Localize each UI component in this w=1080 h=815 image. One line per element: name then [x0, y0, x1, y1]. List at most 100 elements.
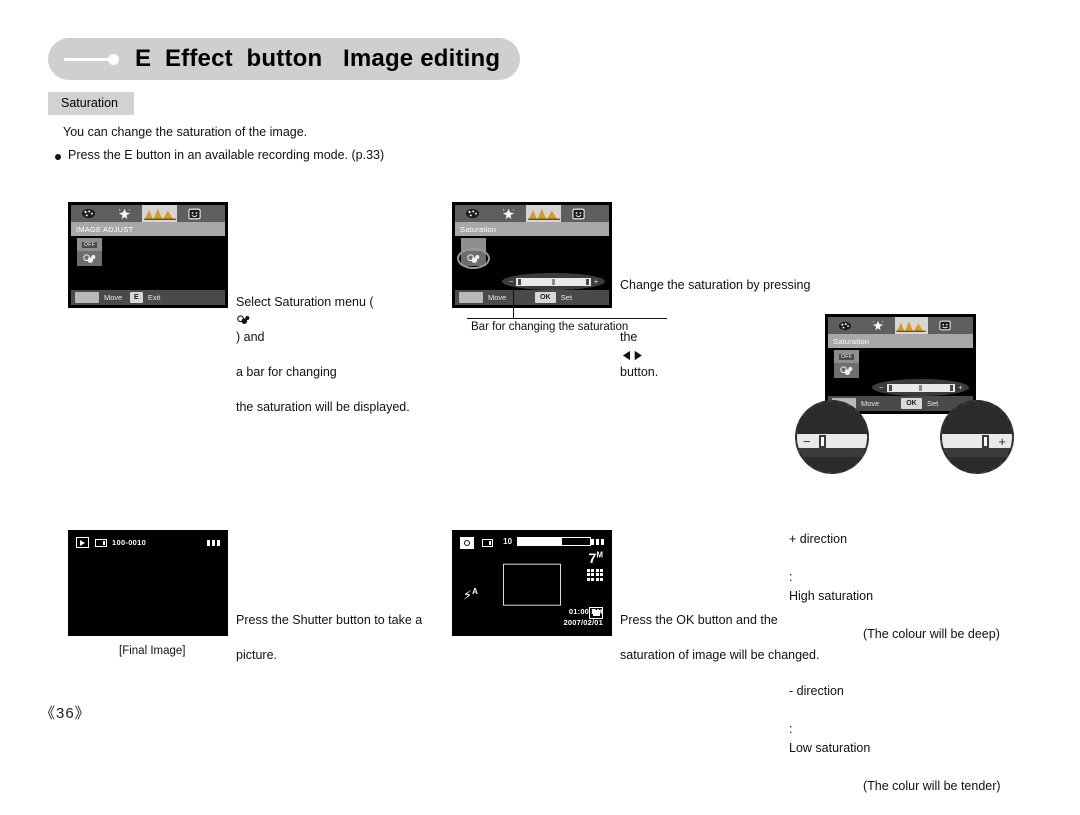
magnified-slider-handle [818, 434, 826, 448]
caption-ok-button: Press the OK button and the saturation o… [620, 594, 819, 682]
camera-mode-icon [460, 537, 474, 549]
lcd-footer-bar: Move E Exit [71, 290, 225, 305]
palette-icon [82, 208, 96, 219]
magnified-plus-sign: + [998, 433, 1006, 449]
face-icon [939, 320, 951, 331]
caption-line-1: Select Saturation menu ( ) and [236, 277, 410, 347]
magnifier-backdrop-mid [942, 448, 1012, 457]
tab-sparkle[interactable] [106, 205, 141, 222]
tab-sparkle[interactable] [490, 205, 525, 222]
menu-option-saturation[interactable] [77, 251, 102, 266]
menu-option-off[interactable]: OFF [834, 350, 859, 363]
slider-track[interactable] [886, 383, 956, 392]
intro-bullet-text: Press the E button in an available recor… [68, 148, 385, 162]
caption-line-2: saturation of image will be changed. [620, 647, 820, 662]
caption-final-image: [Final Image] [119, 645, 186, 657]
caption-line-1a: Select Saturation menu ( [236, 295, 374, 309]
datetime-stamp: 01:00 PM 2007/02/01 [563, 606, 603, 628]
flash-mode-label: A [472, 587, 478, 596]
histogram-icon [527, 208, 560, 220]
move-key-chip [75, 292, 99, 303]
minus-direction-colon: : [789, 722, 793, 736]
lcd-title-saturation: Saturation [455, 222, 609, 236]
caption-line-2a: the [620, 330, 638, 344]
lcd-title-saturation: Saturation [828, 334, 973, 348]
magnifier-minus-end: − [795, 400, 869, 474]
tab-palette[interactable] [828, 317, 861, 334]
caption-change-saturation: Change the saturation by pressing the bu… [620, 259, 810, 399]
tab-face[interactable] [177, 205, 212, 222]
lcd-screen-content: Saturation OFF − + Move OK Set [828, 317, 973, 411]
date-stamp: 2007/02/01 [563, 618, 603, 627]
lcd-saturation-magnified: Saturation OFF − + Move OK Set [825, 314, 976, 414]
slider-handle-right[interactable] [585, 278, 589, 285]
magnified-slider-handle [982, 434, 990, 448]
caption-line-3: the saturation will be displayed. [236, 400, 410, 414]
sparkle-icon [502, 208, 514, 219]
shots-remaining: 10 [503, 537, 513, 546]
menu-option-off-label: OFF [839, 353, 854, 360]
tab-histogram[interactable] [525, 205, 562, 222]
histogram-icon [896, 320, 927, 332]
caption-select-saturation: Select Saturation menu ( ) and a bar for… [236, 259, 410, 434]
tab-palette[interactable] [71, 205, 106, 222]
memory-card-icon [95, 538, 107, 547]
caption-line-1: Press the OK button and the [620, 612, 778, 627]
plus-direction-colon: : [789, 570, 793, 584]
magnifier-backdrop-bottom [797, 456, 867, 472]
saturation-slider[interactable]: − + [502, 273, 606, 290]
menu-option-off[interactable]: OFF [77, 238, 102, 251]
slider-handle-right[interactable] [950, 384, 954, 391]
exit-group: E Exit [126, 292, 225, 303]
lcd-screen-content: 10 7M ⚡A 01:00 PM 2007/02/01 [455, 533, 609, 633]
magnified-minus-sign: − [803, 433, 811, 449]
tab-histogram[interactable] [141, 205, 178, 222]
tab-sparkle[interactable] [861, 317, 894, 334]
slider-handle-left[interactable] [888, 384, 892, 391]
tab-face[interactable] [928, 317, 961, 334]
lcd-screen-content: IMAGE ADJUST OFF Move E Exit [71, 205, 225, 305]
page-title: E Effect button Image editing [135, 45, 501, 72]
tab-face[interactable] [561, 205, 596, 222]
ok-key-chip: OK [534, 292, 556, 303]
resolution-unit: M [596, 550, 603, 560]
set-label: Set [926, 399, 939, 408]
menu-option-off-label: OFF [82, 241, 97, 248]
autofocus-frame [503, 563, 561, 606]
memory-card-icon [481, 539, 494, 547]
plus-direction-label: + direction [789, 532, 848, 546]
intro-bullet-row: Press the E button in an available recor… [55, 148, 384, 162]
leader-line-vertical [513, 289, 515, 319]
magnifier-slider-band: − [797, 433, 867, 449]
tab-histogram[interactable] [894, 317, 929, 334]
intro-line: You can change the saturation of the ima… [63, 125, 308, 139]
time-stamp: 01:00 PM [568, 607, 603, 616]
caption-line-2: the button. [620, 312, 810, 382]
saturation-icon [840, 365, 853, 375]
minus-direction-subtext: (The colur will be tender) [863, 779, 1001, 793]
lcd-record-liveview: 10 7M ⚡A 01:00 PM 2007/02/01 [452, 530, 612, 636]
slider-minus-sign: − [508, 276, 514, 286]
page-header-banner: E Effect button Image editing [48, 38, 520, 80]
move-label: Move [104, 293, 123, 302]
magnifier-backdrop-top [942, 402, 1012, 435]
slider-handle-left[interactable] [518, 278, 522, 285]
menu-tab-bar [455, 205, 609, 222]
tab-palette[interactable] [455, 205, 490, 222]
set-label: Set [560, 293, 573, 302]
move-key-chip [459, 292, 483, 303]
palette-icon [838, 321, 851, 330]
move-label: Move [488, 293, 507, 302]
menu-option-saturation[interactable] [834, 363, 859, 378]
header-dash-decoration [64, 57, 110, 61]
slider-tick-center [552, 278, 556, 285]
slider-minus-sign: − [878, 382, 884, 392]
battery-icon [206, 539, 220, 546]
minus-direction-value: Low saturation [789, 741, 871, 755]
plus-direction-subtext: (The colour will be deep) [863, 627, 1000, 641]
slider-track[interactable] [516, 277, 591, 286]
fine-quality-icon [587, 569, 603, 581]
histogram-icon [143, 208, 176, 220]
memory-gauge [517, 537, 591, 546]
saturation-slider[interactable]: − + [872, 379, 970, 396]
